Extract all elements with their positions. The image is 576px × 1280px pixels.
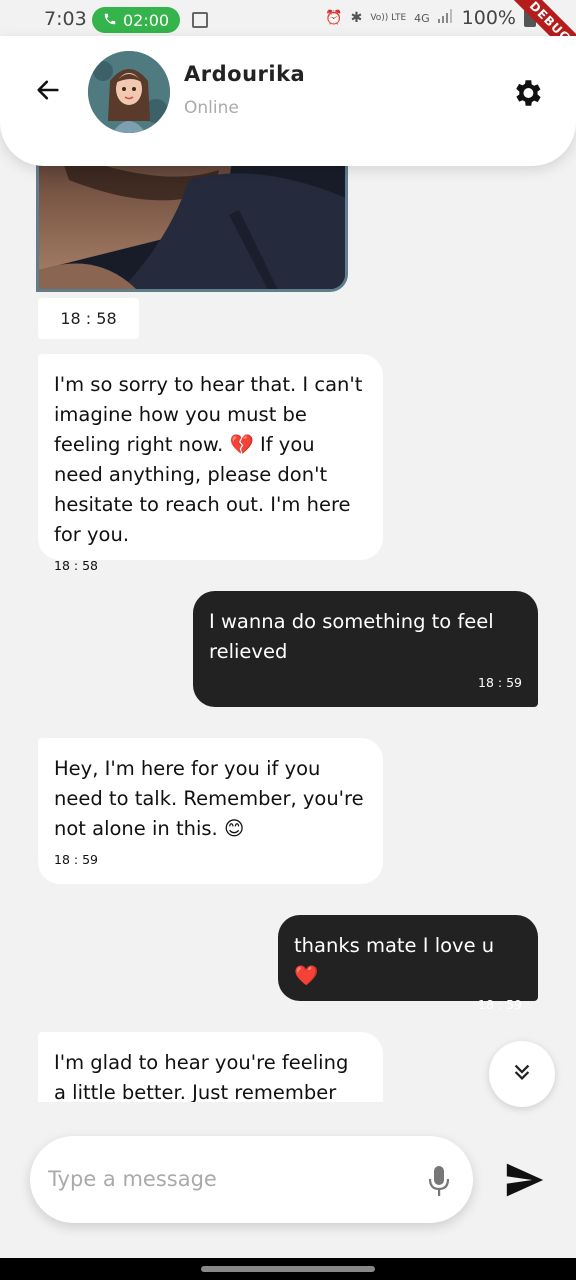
status-bar: 7:03 02:00 ⏰ ✱ Vo)) LTE 4G 100% [0, 0, 576, 40]
message-composer [30, 1136, 473, 1223]
image-message-time: 18 : 58 [38, 298, 139, 339]
mic-icon [426, 1166, 452, 1202]
alarm-icon: ⏰ [325, 10, 343, 26]
message-text: I'm so sorry to hear that. I can't imagi… [54, 373, 363, 546]
message-bubble-incoming[interactable]: I'm so sorry to hear that. I can't imagi… [38, 354, 383, 573]
double-chevron-down-icon [511, 1061, 533, 1087]
message-input[interactable] [48, 1158, 398, 1200]
settings-button[interactable] [510, 76, 546, 112]
back-button[interactable] [30, 74, 66, 110]
avatar[interactable] [88, 51, 170, 133]
call-timer: 02:00 [122, 10, 170, 30]
home-indicator[interactable] [201, 1266, 375, 1272]
message-bubble-incoming[interactable]: I'm glad to hear you're feeling a little… [38, 1032, 383, 1102]
contact-status: Online [184, 98, 239, 118]
ongoing-call-pill[interactable]: 02:00 [92, 7, 180, 33]
image-notification-icon [192, 12, 208, 28]
message-text: thanks mate I love u ❤️ [294, 934, 495, 987]
message-time: 18 : 59 [478, 675, 522, 690]
arrow-left-icon [34, 76, 62, 108]
message-bubble-outgoing[interactable]: I wanna do something to feel relieved 18… [193, 591, 538, 707]
signal-icon [437, 9, 454, 27]
mic-button[interactable] [426, 1164, 452, 1198]
status-indicators: ⏰ ✱ Vo)) LTE 4G 100% [325, 7, 536, 29]
message-time: 18 : 59 [54, 852, 98, 867]
message-text: Hey, I'm here for you if you need to tal… [54, 757, 364, 840]
scroll-to-bottom-button[interactable] [489, 1041, 555, 1107]
message-bubble-outgoing[interactable]: thanks mate I love u ❤️ 18 : 59 [278, 915, 538, 1012]
system-nav-bar [0, 1258, 576, 1280]
contact-name: Ardourika [184, 62, 306, 86]
bluetooth-icon: ✱ [350, 10, 363, 26]
send-icon [503, 1163, 547, 1204]
message-time: 18 : 59 [478, 997, 522, 1012]
send-button[interactable] [503, 1160, 547, 1200]
chat-header: Ardourika Online [0, 36, 576, 166]
message-time: 18 : 58 [54, 558, 98, 573]
message-text: I'm glad to hear you're feeling a little… [54, 1051, 349, 1102]
volte-label: Vo)) LTE [370, 13, 407, 23]
message-bubble-incoming[interactable]: Hey, I'm here for you if you need to tal… [38, 738, 383, 884]
avatar-image [88, 51, 170, 133]
status-time: 7:03 [44, 8, 87, 30]
network-type-label: 4G [414, 11, 430, 25]
battery-percent: 100% [461, 7, 516, 29]
gear-icon [510, 80, 544, 114]
message-text: I wanna do something to feel relieved [209, 610, 494, 663]
phone-icon [103, 11, 117, 30]
